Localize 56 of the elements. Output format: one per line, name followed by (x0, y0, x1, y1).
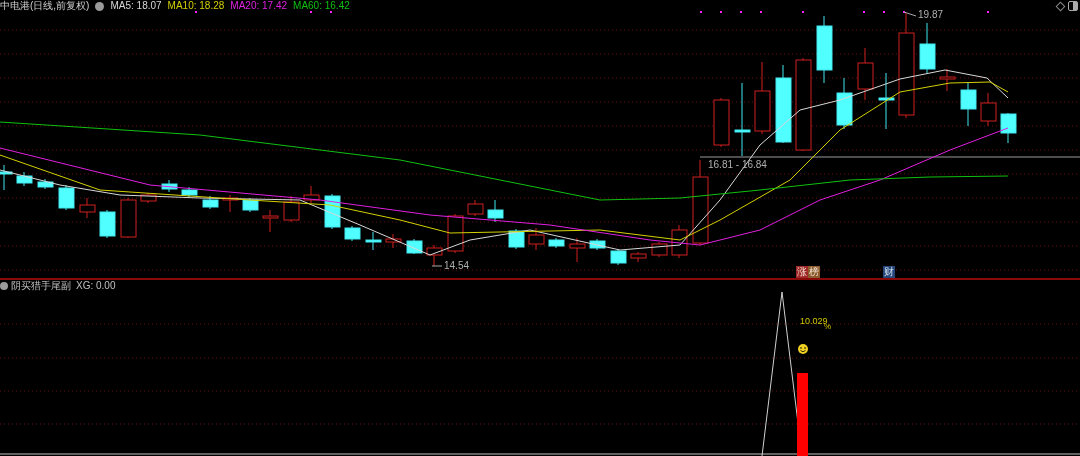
candlestick (589, 238, 606, 251)
candlestick (202, 195, 219, 210)
candlestick (262, 209, 279, 233)
candlestick (548, 237, 565, 249)
indicator-value: MA20: 17.42 (230, 0, 288, 12)
candlestick (671, 224, 688, 259)
candlestick (181, 186, 198, 198)
candlestick (99, 209, 116, 239)
price-label: 14.54 (444, 260, 470, 272)
candlestick (344, 225, 361, 242)
indicator-value: MA60: 16.42 (293, 0, 350, 12)
candlestick (857, 47, 874, 101)
candlestick (960, 82, 977, 127)
candlestick (79, 197, 96, 219)
candlestick (528, 227, 545, 251)
panel-menu-icon[interactable] (0, 282, 8, 290)
price-label: 19.87 (918, 9, 944, 21)
candlestick (140, 192, 157, 204)
candlestick (365, 231, 382, 251)
candlestick (426, 244, 443, 267)
candlestick (161, 179, 178, 193)
candlestick (1000, 112, 1017, 144)
candlestick (283, 195, 300, 223)
candlestick (713, 97, 730, 148)
candlestick (467, 199, 484, 217)
candlestick (836, 77, 853, 130)
candlestick (569, 237, 586, 263)
candlestick (610, 248, 627, 266)
indicator-value: MA10: 18.28 (167, 0, 225, 12)
candlestick (58, 184, 75, 211)
candlestick (222, 194, 239, 213)
indicator-value: MA5: 18.07 (110, 0, 162, 12)
event-badge[interactable]: 榜 (808, 266, 820, 278)
candlestick (385, 233, 402, 249)
indicator-reading: XG: 0.00 (76, 280, 116, 292)
candlestick (242, 197, 259, 213)
candlestick (487, 199, 504, 223)
candlestick (406, 238, 423, 255)
candlestick (0, 164, 13, 191)
candlestick (120, 197, 137, 239)
candlestick (878, 72, 895, 130)
candlestick (303, 185, 320, 204)
candlestick (939, 68, 956, 92)
candlestick (919, 22, 936, 74)
candlestick (980, 92, 997, 127)
candlestick (630, 251, 647, 263)
indicator-title: 阴买猎手尾副 (11, 280, 71, 292)
candlestick (16, 171, 33, 187)
smiley-icon (798, 344, 808, 354)
event-badge[interactable]: 涨 (796, 266, 808, 278)
chart-title: 中电港(日线,前复权) (0, 0, 90, 12)
event-badge[interactable]: 财 (883, 266, 895, 278)
candlestick (651, 241, 668, 258)
candlestick (37, 178, 54, 190)
panel-toggle-icon[interactable] (1068, 1, 1078, 11)
candlestick (816, 15, 833, 84)
